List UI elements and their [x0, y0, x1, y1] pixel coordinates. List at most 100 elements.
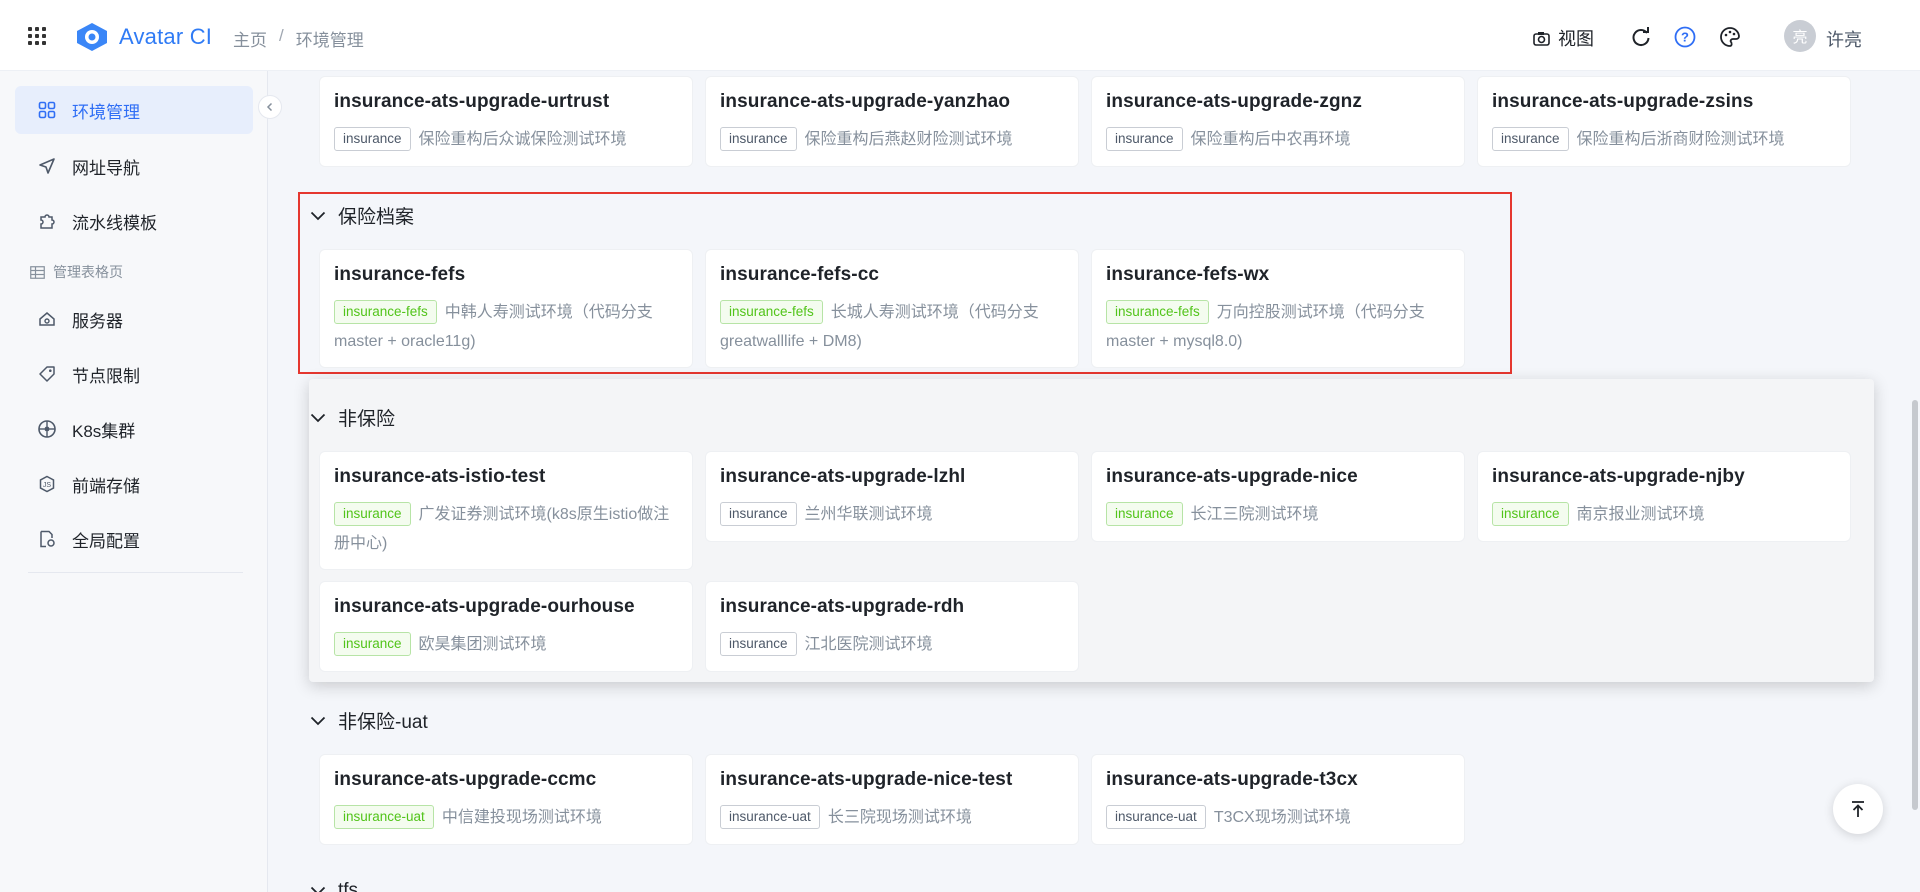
env-card-title: insurance-ats-istio-test: [334, 466, 546, 487]
env-card[interactable]: insurance-ats-upgrade-t3cx insurance-uat…: [1091, 754, 1465, 845]
section-header-tfs[interactable]: tfs: [310, 880, 358, 892]
env-card-title: insurance-ats-upgrade-lzhl: [720, 466, 966, 487]
tag-icon: [37, 364, 57, 384]
env-card[interactable]: insurance-ats-upgrade-njby insurance 南京报业…: [1477, 451, 1851, 542]
env-card[interactable]: insurance-ats-istio-test insurance 广发证券测试…: [319, 451, 693, 570]
svg-text:?: ?: [1681, 30, 1689, 45]
env-card-title: insurance-ats-upgrade-zsins: [1492, 91, 1754, 112]
env-description: 兰州华联测试环境: [804, 506, 933, 523]
sidebar-item-k8s-cluster[interactable]: K8s集群: [15, 405, 253, 453]
env-card[interactable]: insurance-ats-upgrade-lzhl insurance 兰州华联…: [705, 451, 1079, 542]
section-title: tfs: [338, 880, 359, 892]
chevron-down-icon: [310, 716, 326, 725]
sidebar-divider: [28, 572, 243, 573]
env-card[interactable]: insurance-ats-upgrade-yanzhao insurance 保…: [705, 76, 1079, 167]
env-card-title: insurance-ats-upgrade-yanzhao: [720, 91, 1011, 112]
breadcrumb: 主页 / 环境管理: [233, 26, 364, 51]
env-card-title: insurance-ats-upgrade-zgnz: [1106, 91, 1362, 112]
avatar-ci-logo-icon: [77, 23, 107, 51]
env-tag: insurance: [334, 127, 411, 151]
view-button[interactable]: 视图: [1533, 25, 1594, 51]
top-header: Avatar CI 主页 / 环境管理 视图 ? 亮 许亮: [0, 0, 1920, 71]
env-tag: insurance: [1106, 127, 1183, 151]
sidebar-item-pipeline-template[interactable]: 流水线模板: [15, 197, 253, 245]
sidebar-item-label: K8s集群: [72, 421, 136, 441]
app-logo[interactable]: Avatar CI: [73, 21, 212, 53]
env-description: 长江三院测试环境: [1190, 506, 1319, 523]
env-description: 保险重构后众诚保险测试环境: [418, 131, 627, 148]
env-description: 保险重构后中农再环境: [1190, 131, 1351, 148]
sidebar-item-label: 环境管理: [72, 102, 140, 122]
env-card[interactable]: insurance-ats-upgrade-urtrust insurance 保…: [319, 76, 693, 167]
main-scrollbar[interactable]: [1912, 400, 1918, 810]
env-card-title: insurance-ats-upgrade-njby: [1492, 466, 1745, 487]
sidebar-item-node-limit[interactable]: 节点限制: [15, 350, 253, 398]
sidebar-group-header: 管理表格页: [30, 262, 123, 282]
sidebar-collapse-button[interactable]: [258, 95, 282, 119]
env-card-title: insurance-ats-upgrade-nice: [1106, 466, 1358, 487]
env-card[interactable]: insurance-ats-upgrade-ccmc insurance-uat…: [319, 754, 693, 845]
env-tag: insurance: [334, 502, 411, 526]
apps-grid-icon[interactable]: [28, 27, 46, 45]
env-card-title: insurance-ats-upgrade-ourhouse: [334, 596, 635, 617]
env-description: 中信建投现场测试环境: [441, 809, 602, 826]
sidebar-item-label: 网址导航: [72, 158, 140, 178]
env-tag: insurance: [1492, 127, 1569, 151]
app-name: Avatar CI: [119, 24, 213, 49]
section-header-non-insurance[interactable]: 非保险: [310, 404, 395, 431]
env-card[interactable]: insurance-ats-upgrade-ourhouse insurance…: [319, 581, 693, 672]
env-description: 长三院现场测试环境: [827, 809, 972, 826]
refresh-icon[interactable]: [1630, 26, 1652, 48]
env-tag: insurance-uat: [334, 805, 434, 829]
user-name[interactable]: 许亮: [1826, 26, 1862, 52]
env-tag: insurance: [1492, 502, 1569, 526]
svg-text:JS: JS: [43, 482, 52, 489]
env-tag: insurance: [1106, 502, 1183, 526]
env-description: T3CX现场测试环境: [1213, 809, 1351, 826]
sidebar-item-global-config[interactable]: 全局配置: [15, 515, 253, 563]
table-icon: [30, 265, 45, 279]
env-card[interactable]: insurance-ats-upgrade-zgnz insurance 保险重构…: [1091, 76, 1465, 167]
sidebar-item-label: 流水线模板: [72, 213, 157, 233]
sidebar-item-server[interactable]: 服务器: [15, 295, 253, 343]
camera-icon: [1533, 31, 1550, 46]
env-description: 保险重构后燕赵财险测试环境: [804, 131, 1013, 148]
storage-icon: JS: [37, 474, 57, 494]
env-description: 江北医院测试环境: [804, 636, 933, 653]
sidebar-item-label: 服务器: [72, 311, 123, 331]
sidebar-group-label: 管理表格页: [53, 264, 123, 280]
env-description: 欧昊集团测试环境: [418, 636, 547, 653]
chevron-down-icon: [310, 886, 326, 892]
helm-icon: [37, 419, 57, 439]
env-tag: insurance: [720, 632, 797, 656]
env-card-title: insurance-ats-upgrade-t3cx: [1106, 769, 1358, 790]
breadcrumb-current: 环境管理: [295, 31, 364, 50]
sidebar-item-label: 节点限制: [72, 366, 140, 386]
env-card[interactable]: insurance-ats-upgrade-rdh insurance 江北医院测…: [705, 581, 1079, 672]
env-tag: insurance: [720, 127, 797, 151]
help-icon[interactable]: ?: [1674, 26, 1696, 48]
theme-palette-icon[interactable]: [1719, 26, 1741, 48]
highlight-box: [298, 192, 1512, 374]
back-to-top-button[interactable]: [1833, 784, 1883, 834]
puzzle-icon: [37, 211, 57, 231]
section-title: 非保险: [338, 409, 396, 430]
breadcrumb-home[interactable]: 主页: [233, 26, 267, 51]
env-description: 保险重构后浙商财险测试环境: [1576, 131, 1785, 148]
chevron-down-icon: [310, 413, 326, 422]
env-tag: insurance-uat: [1106, 805, 1206, 829]
env-card[interactable]: insurance-ats-upgrade-nice insurance 长江三院…: [1091, 451, 1465, 542]
sidebar-item-env-management[interactable]: 环境管理: [15, 86, 253, 134]
send-icon: [37, 156, 57, 176]
user-avatar[interactable]: 亮: [1784, 20, 1816, 52]
env-tag: insurance-uat: [720, 805, 820, 829]
env-card[interactable]: insurance-ats-upgrade-zsins insurance 保险重…: [1477, 76, 1851, 167]
view-label: 视图: [1558, 29, 1594, 49]
env-card-title: insurance-ats-upgrade-rdh: [720, 596, 965, 617]
env-card[interactable]: insurance-ats-upgrade-nice-test insuranc…: [705, 754, 1079, 845]
sidebar-item-url-nav[interactable]: 网址导航: [15, 142, 253, 190]
grid-icon: [37, 100, 57, 120]
sidebar-item-frontend-storage[interactable]: JS 前端存储: [15, 460, 253, 508]
section-header-non-insurance-uat[interactable]: 非保险-uat: [310, 707, 428, 734]
breadcrumb-separator: /: [279, 26, 284, 45]
